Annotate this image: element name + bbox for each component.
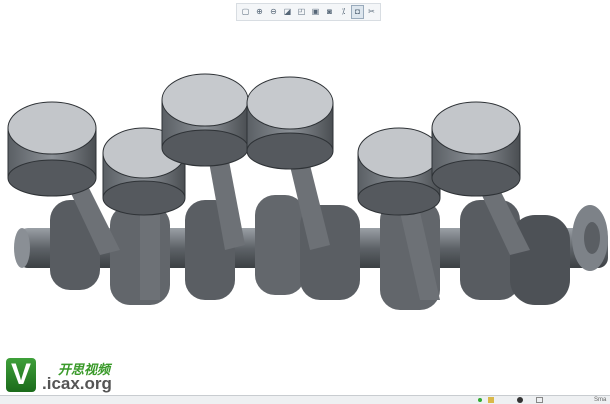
record-icon[interactable] — [517, 397, 523, 403]
saved-views-icon[interactable]: ▣ — [309, 5, 322, 19]
datum-display-icon[interactable]: ⁒ — [337, 5, 350, 19]
watermark-url: .icax.org — [42, 374, 112, 393]
folder-icon[interactable] — [488, 397, 494, 403]
display-style-icon[interactable]: ◙ — [323, 5, 336, 19]
zoom-out-icon[interactable]: ⊖ — [267, 5, 280, 19]
watermark: V 开思视频 .icax.org — [6, 358, 130, 394]
zoom-in-icon[interactable]: ⊕ — [253, 5, 266, 19]
spin-center-icon[interactable]: ◘ — [351, 5, 364, 19]
repaint-icon[interactable]: ◪ — [281, 5, 294, 19]
crankshaft-piston-assembly-model — [7, 73, 608, 310]
annotation-icon[interactable]: ✂ — [365, 5, 378, 19]
3d-viewport[interactable]: ▢ ⊕ ⊖ ◪ ◰ ▣ ◙ ⁒ ◘ ✂ V 开思视频 .icax.org — [0, 0, 610, 395]
view-orientation-icon[interactable]: ◰ — [295, 5, 308, 19]
window-icon[interactable] — [536, 397, 543, 403]
view-toolbar: ▢ ⊕ ⊖ ◪ ◰ ▣ ◙ ⁒ ◘ ✂ — [236, 3, 381, 21]
refit-icon[interactable]: ▢ — [239, 5, 252, 19]
watermark-logo: V — [6, 358, 36, 392]
status-ok-icon — [478, 398, 482, 402]
